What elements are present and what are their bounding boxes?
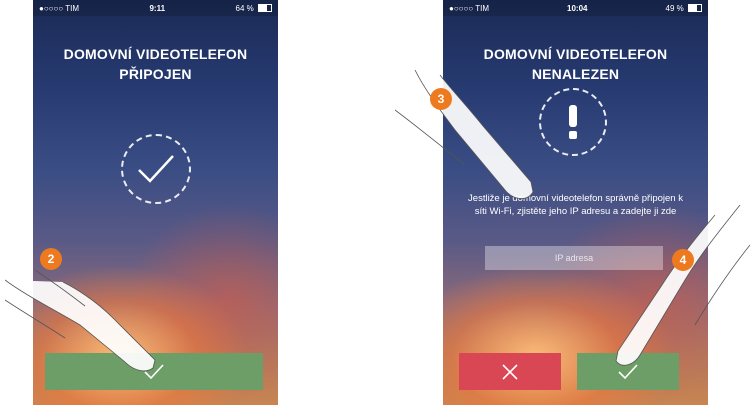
carrier-label: ●○○○○ TIM [39, 3, 80, 13]
title-line-2: NENALEZEN [531, 66, 620, 82]
page-title: DOMOVNÍ VIDEOTELEFON NENALEZEN [443, 44, 708, 84]
exclamation-icon [569, 105, 577, 139]
checkmark-icon [144, 363, 164, 379]
ip-address-input[interactable] [485, 246, 663, 270]
clock-label: 9:11 [149, 3, 166, 13]
clock-label: 10:04 [567, 3, 588, 13]
battery-icon [687, 4, 702, 13]
battery-icon [258, 4, 272, 13]
checkmark-icon [618, 363, 638, 379]
confirm-button[interactable] [577, 353, 679, 390]
page-title: DOMOVNÍ VIDEOTELEFON PŘIPOJEN [33, 44, 278, 84]
cancel-button[interactable] [459, 353, 561, 390]
step-badge-4: 4 [672, 249, 694, 271]
title-line-1: DOMOVNÍ VIDEOTELEFON [63, 46, 248, 62]
success-status-indicator [121, 134, 191, 204]
status-bar: ●○○○○ TIM 9:11 64 % [33, 0, 278, 16]
phone-screen-not-found: ●○○○○ TIM 10:04 49 % DOMOVNÍ VIDEOTELEFO… [443, 0, 708, 405]
checkmark-icon [138, 155, 174, 183]
step-badge-3: 3 [430, 88, 452, 110]
instruction-text: Jestliže je domovní videotelefon správně… [468, 193, 683, 217]
title-line-2: PŘIPOJEN [119, 66, 192, 82]
step-badge-2: 2 [40, 248, 62, 270]
phone-screen-connected: ●○○○○ TIM 9:11 64 % DOMOVNÍ VIDEOTELEFON… [33, 0, 278, 405]
carrier-label: ●○○○○ TIM [449, 3, 490, 13]
battery-label: 49 % [665, 3, 684, 13]
title-line-1: DOMOVNÍ VIDEOTELEFON [483, 46, 668, 62]
confirm-button[interactable] [45, 353, 263, 390]
battery-indicator: 49 % [666, 4, 702, 13]
warning-status-indicator [539, 88, 607, 156]
close-icon [502, 363, 518, 380]
battery-indicator: 64 % [236, 4, 272, 13]
status-bar: ●○○○○ TIM 10:04 49 % [443, 0, 708, 16]
battery-label: 64 % [235, 3, 254, 13]
